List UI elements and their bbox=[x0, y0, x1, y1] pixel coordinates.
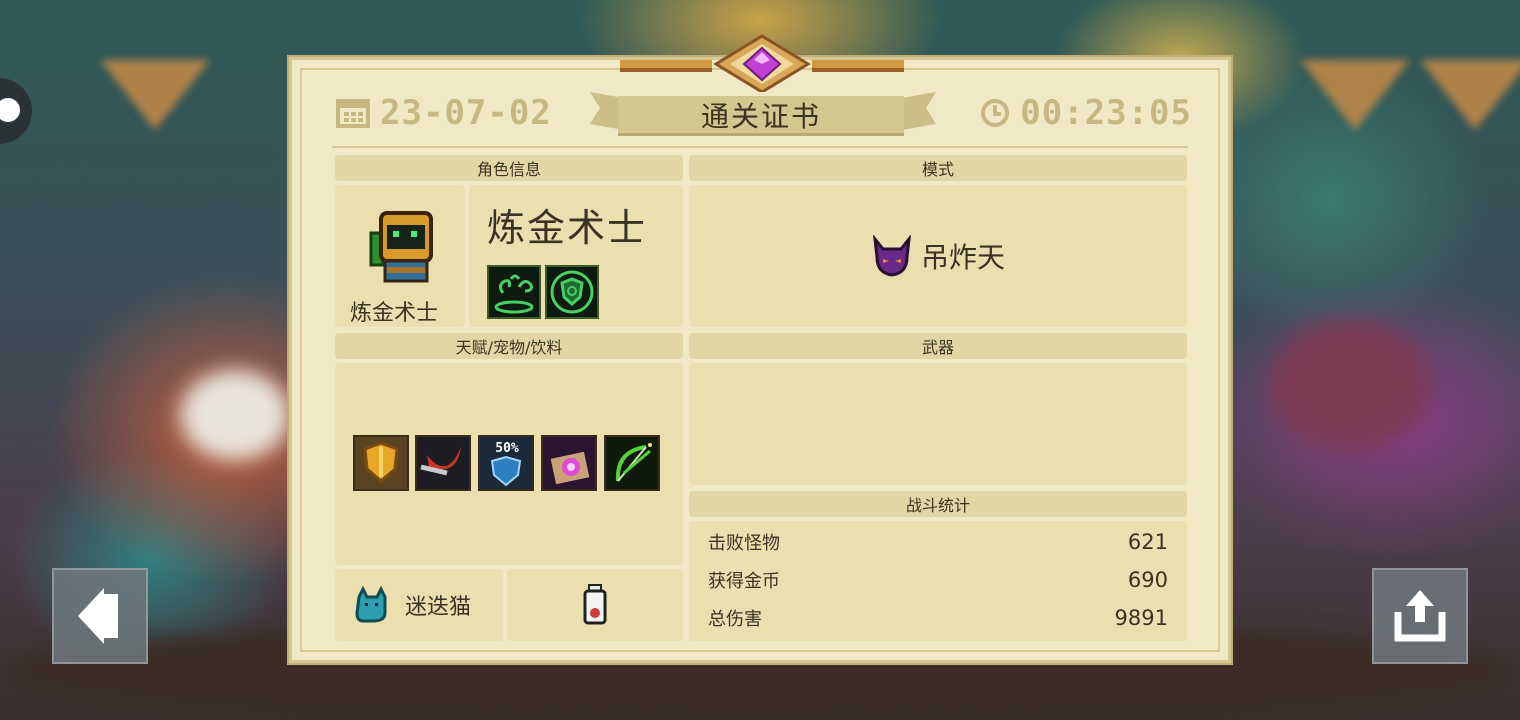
background-blob bbox=[180, 370, 290, 460]
back-arrow-icon bbox=[78, 588, 118, 644]
weapons-box bbox=[689, 363, 1187, 485]
share-button[interactable] bbox=[1372, 568, 1468, 664]
character-details-box: 炼金术士 bbox=[469, 185, 683, 327]
back-button[interactable] bbox=[52, 568, 148, 664]
magic-scroll-talent-icon[interactable] bbox=[541, 435, 597, 491]
purple-demon-mask-icon bbox=[873, 235, 911, 277]
stat-value: 621 bbox=[1127, 530, 1168, 554]
pet-box: 迷迭猫 bbox=[335, 569, 503, 641]
title-ribbon: 通关证书 bbox=[588, 90, 938, 140]
gem-crest-ornament bbox=[620, 34, 904, 92]
certificate-title: 通关证书 bbox=[618, 96, 904, 136]
green-shield-skill-icon[interactable] bbox=[545, 265, 599, 319]
share-icon bbox=[1394, 590, 1446, 642]
background-flag bbox=[1300, 60, 1410, 130]
talents-box: 50% bbox=[335, 363, 683, 565]
stat-row-gold-earned: 获得金币 690 bbox=[708, 565, 1168, 595]
alchemist-character-icon bbox=[369, 211, 433, 283]
character-portrait-box: 炼金术士 bbox=[335, 185, 465, 327]
elapsed-time-display: 00:23:05 bbox=[980, 93, 1192, 133]
mode-header: 模式 bbox=[689, 155, 1187, 181]
battle-stats-header: 战斗统计 bbox=[689, 491, 1187, 517]
calendar-icon bbox=[336, 99, 370, 128]
background-flag bbox=[1420, 60, 1520, 130]
stat-value: 9891 bbox=[1114, 606, 1168, 630]
date-value: 23-07-02 bbox=[380, 93, 552, 133]
stat-label: 击败怪物 bbox=[708, 533, 780, 554]
clock-icon bbox=[981, 99, 1010, 127]
date-display: 23-07-02 bbox=[336, 93, 552, 133]
orange-shield-talent-icon[interactable] bbox=[353, 435, 409, 491]
alchemy-swirl-skill-icon[interactable] bbox=[487, 265, 541, 319]
drink-box bbox=[507, 569, 683, 641]
side-drawer-tab[interactable] bbox=[0, 78, 32, 144]
stat-row-total-damage: 总伤害 9891 bbox=[708, 603, 1168, 633]
elapsed-time-value: 00:23:05 bbox=[1020, 93, 1192, 133]
pet-name: 迷迭猫 bbox=[405, 595, 472, 620]
mode-box: 吊炸天 bbox=[689, 185, 1187, 327]
ribbon-right-flag bbox=[902, 92, 936, 130]
red-slash-talent-icon[interactable] bbox=[415, 435, 471, 491]
clear-certificate-panel: 23-07-02 通关证书 00:23:05 角色信息 炼金术士 炼金术士 模式… bbox=[289, 34, 1231, 663]
background-flag bbox=[100, 60, 210, 130]
character-info-header: 角色信息 bbox=[335, 155, 683, 181]
talents-pet-drink-header: 天赋/宠物/饮料 bbox=[335, 333, 683, 359]
side-drawer-dot bbox=[0, 98, 20, 122]
character-name: 炼金术士 bbox=[487, 206, 648, 250]
background-blob bbox=[1270, 320, 1430, 450]
title-divider bbox=[332, 146, 1188, 148]
weapons-header: 武器 bbox=[689, 333, 1187, 359]
blue-cat-pet-icon bbox=[355, 585, 387, 623]
blue-shield-talent-icon[interactable]: 50% bbox=[478, 435, 534, 491]
talent-badge: 50% bbox=[495, 441, 519, 456]
stat-row-monsters-defeated: 击败怪物 621 bbox=[708, 527, 1168, 557]
milk-bottle-drink-icon bbox=[583, 584, 607, 625]
stat-value: 690 bbox=[1127, 568, 1168, 592]
green-bow-talent-icon[interactable] bbox=[604, 435, 660, 491]
mode-name: 吊炸天 bbox=[920, 241, 1005, 274]
stat-label: 获得金币 bbox=[708, 571, 780, 592]
stat-label: 总伤害 bbox=[708, 609, 762, 630]
portrait-caption: 炼金术士 bbox=[350, 301, 439, 326]
